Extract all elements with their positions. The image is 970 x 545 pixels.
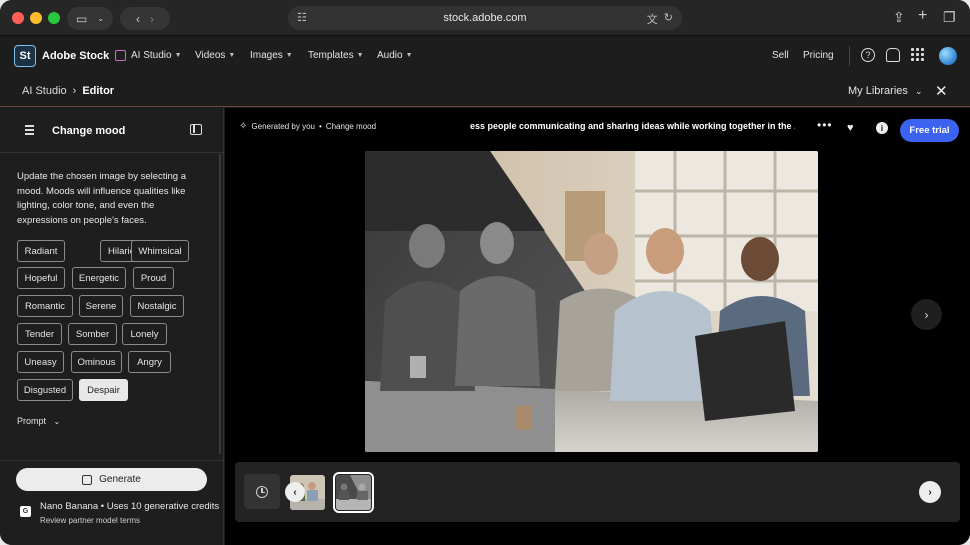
collapse-panel-icon[interactable]	[190, 124, 202, 135]
free-trial-button[interactable]: Free trial	[900, 119, 959, 142]
help-icon[interactable]: ?	[861, 48, 875, 62]
breadcrumb-ai-studio[interactable]: AI Studio	[22, 85, 67, 97]
history-button[interactable]	[244, 474, 280, 509]
mood-chip-serene[interactable]: Serene	[79, 295, 123, 317]
mood-chip-despair[interactable]: Despair	[79, 379, 128, 401]
mood-chip-disgusted[interactable]: Disgusted	[17, 379, 73, 401]
close-editor-icon[interactable]: ✕	[935, 82, 948, 100]
history-nav: ‹ ›	[120, 7, 170, 30]
browser-toolbar: ▭ ⌄ ‹ › ☷ stock.adobe.com 文 ↻ ⇪ + ❐	[0, 0, 970, 36]
chevron-down-icon: ⌄	[97, 14, 105, 23]
page-settings-icon[interactable]: ☷	[297, 11, 307, 24]
forward-icon[interactable]: ›	[150, 12, 154, 26]
pricing-link[interactable]: Pricing	[803, 50, 834, 61]
history-icon	[256, 485, 268, 498]
next-image-button[interactable]: ›	[911, 299, 942, 330]
mood-chip-somber[interactable]: Somber	[68, 323, 117, 345]
breadcrumb-current: Editor	[82, 85, 115, 97]
info-icon[interactable]: i	[876, 122, 888, 134]
adobe-stock-logo[interactable]: St	[14, 45, 36, 67]
google-model-icon: G	[20, 506, 31, 517]
editor-canvas: ✧ Generated by you • Change mood ess peo…	[225, 108, 970, 545]
chevron-down-icon: ▼	[405, 52, 413, 59]
chevron-down-icon: ▼	[228, 52, 236, 59]
generate-icon	[82, 474, 93, 485]
sell-link[interactable]: Sell	[772, 50, 789, 61]
close-window-button[interactable]	[12, 12, 24, 24]
heart-icon[interactable]: ♥	[847, 122, 854, 134]
chevron-down-icon: ▼	[356, 52, 364, 59]
chevron-down-icon: ⌄	[53, 417, 61, 426]
mood-chip-tender[interactable]: Tender	[17, 323, 62, 345]
brand-name[interactable]: Adobe Stock	[42, 50, 109, 62]
apps-grid-icon[interactable]	[911, 48, 924, 61]
sparkle-icon: ✧	[239, 121, 248, 132]
mood-chip-radiant[interactable]: Radiant	[17, 240, 65, 262]
model-info: Nano Banana • Uses 10 generative credits	[40, 501, 220, 512]
nav-ai-studio[interactable]: AI Studio ▼	[115, 50, 182, 61]
new-tab-icon[interactable]: +	[918, 7, 927, 25]
mood-chip-proud[interactable]: Proud	[133, 267, 174, 289]
nav-templates[interactable]: Templates ▼	[308, 50, 364, 61]
strip-previous-button[interactable]: ‹	[285, 482, 305, 502]
reload-icon[interactable]: ↻	[664, 11, 673, 27]
url-text: stock.adobe.com	[443, 12, 527, 24]
breadcrumb-bar: AI Studio › Editor My Libraries ⌄ ✕	[0, 76, 970, 107]
generated-image[interactable]	[365, 151, 818, 452]
ai-studio-icon	[115, 50, 126, 61]
panel-footer: Generate G Nano Banana • Uses 10 generat…	[0, 460, 224, 545]
mood-chip-nostalgic[interactable]: Nostalgic	[130, 295, 184, 317]
panel-header: Change mood	[0, 108, 224, 153]
image-title: ess people communicating and sharing ide…	[470, 121, 795, 131]
mood-chip-romantic[interactable]: Romantic	[17, 295, 73, 317]
generation-info: ✧ Generated by you • Change mood	[239, 121, 377, 132]
menu-icon[interactable]	[25, 125, 34, 137]
back-icon[interactable]: ‹	[136, 12, 140, 26]
mood-chip-uneasy[interactable]: Uneasy	[17, 351, 64, 373]
nav-audio[interactable]: Audio ▼	[377, 50, 413, 61]
partner-terms-link[interactable]: Review partner model terms	[40, 516, 140, 525]
my-libraries-dropdown[interactable]: My Libraries ⌄	[848, 85, 923, 97]
minimize-window-button[interactable]	[30, 12, 42, 24]
app-header: St Adobe Stock AI Studio ▼ Videos ▼ Images…	[0, 37, 970, 75]
browser-window: ▭ ⌄ ‹ › ☷ stock.adobe.com 文 ↻ ⇪ + ❐ St A…	[0, 0, 970, 545]
chevron-down-icon: ▼	[285, 52, 293, 59]
mood-chip-hopeful[interactable]: Hopeful	[17, 267, 65, 289]
strip-next-button[interactable]: ›	[919, 481, 941, 503]
notifications-bell-icon[interactable]	[886, 48, 900, 62]
chevron-down-icon: ⌄	[914, 86, 923, 96]
mood-chip-ominous[interactable]: Ominous	[71, 351, 122, 373]
chevron-right-icon: ›	[72, 85, 77, 97]
panel-scrollbar[interactable]	[219, 154, 221, 454]
user-avatar[interactable]	[939, 47, 957, 65]
panel-description: Update the chosen image by selecting a m…	[17, 171, 186, 226]
header-divider	[849, 46, 850, 66]
mood-chip-energetic[interactable]: Energetic	[72, 267, 126, 289]
sidebar-toggle-button[interactable]: ▭ ⌄	[67, 7, 113, 30]
nav-videos[interactable]: Videos ▼	[195, 50, 235, 61]
share-icon[interactable]: ⇪	[893, 9, 905, 26]
more-options-icon[interactable]: •••	[817, 118, 833, 132]
address-bar[interactable]: ☷ stock.adobe.com 文 ↻	[288, 6, 682, 30]
version-thumbnail-selected[interactable]	[333, 472, 374, 513]
breadcrumb: AI Studio › Editor	[22, 85, 114, 97]
mood-chip-whimsical[interactable]: Whimsical	[131, 240, 189, 262]
prompt-toggle[interactable]: Prompt ⌄	[17, 416, 60, 426]
sidebar-icon: ▭	[75, 11, 88, 26]
mood-chip-angry[interactable]: Angry	[128, 351, 171, 373]
nav-images[interactable]: Images ▼	[250, 50, 293, 61]
maximize-window-button[interactable]	[48, 12, 60, 24]
version-strip: ‹ ›	[235, 462, 960, 522]
generate-button[interactable]: Generate	[16, 468, 207, 491]
mood-chip-lonely[interactable]: Lonely	[122, 323, 167, 345]
tab-overview-icon[interactable]: ❐	[943, 9, 956, 26]
chevron-down-icon: ▼	[174, 52, 182, 59]
panel-title: Change mood	[52, 125, 126, 137]
translate-icon[interactable]: 文	[647, 11, 658, 27]
mood-panel: Change mood Update the chosen image by s…	[0, 108, 224, 545]
